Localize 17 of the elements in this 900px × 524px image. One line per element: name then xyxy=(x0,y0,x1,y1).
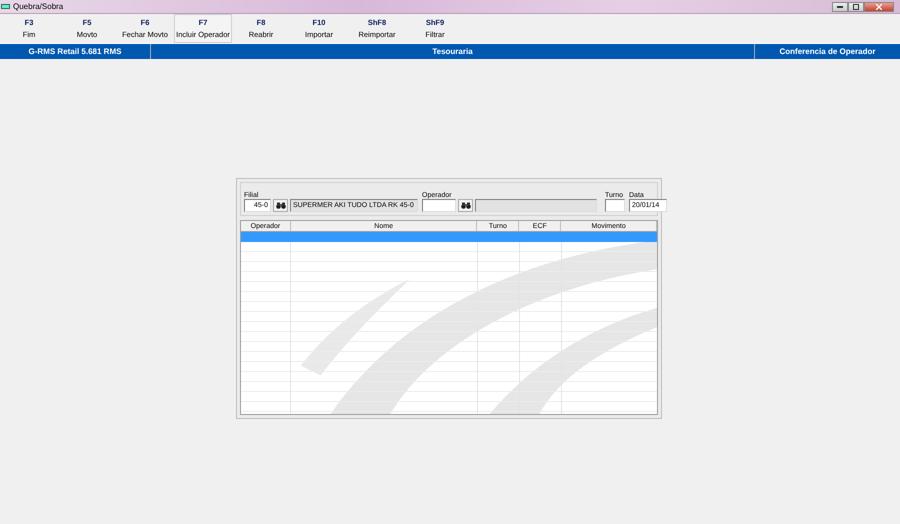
input-field[interactable] xyxy=(422,199,456,212)
restore-button[interactable] xyxy=(848,2,864,12)
minimize-icon xyxy=(837,6,843,8)
input-field[interactable] xyxy=(605,199,625,212)
minimize-button[interactable] xyxy=(832,2,848,12)
system-name: G-RMS Retail 5.681 RMS xyxy=(0,44,151,59)
binoculars-icon xyxy=(460,202,470,209)
search-button[interactable] xyxy=(458,199,473,212)
search-button[interactable] xyxy=(273,199,288,212)
screen-name: Conferencia de Operador xyxy=(778,46,877,58)
window-title: Quebra/Sobra xyxy=(13,2,64,11)
close-button[interactable] xyxy=(864,2,894,12)
restore-icon xyxy=(853,4,859,10)
app-icon xyxy=(1,4,10,9)
binoculars-icon xyxy=(276,202,286,209)
module-name: Tesouraria xyxy=(151,44,755,59)
close-icon xyxy=(876,4,882,10)
